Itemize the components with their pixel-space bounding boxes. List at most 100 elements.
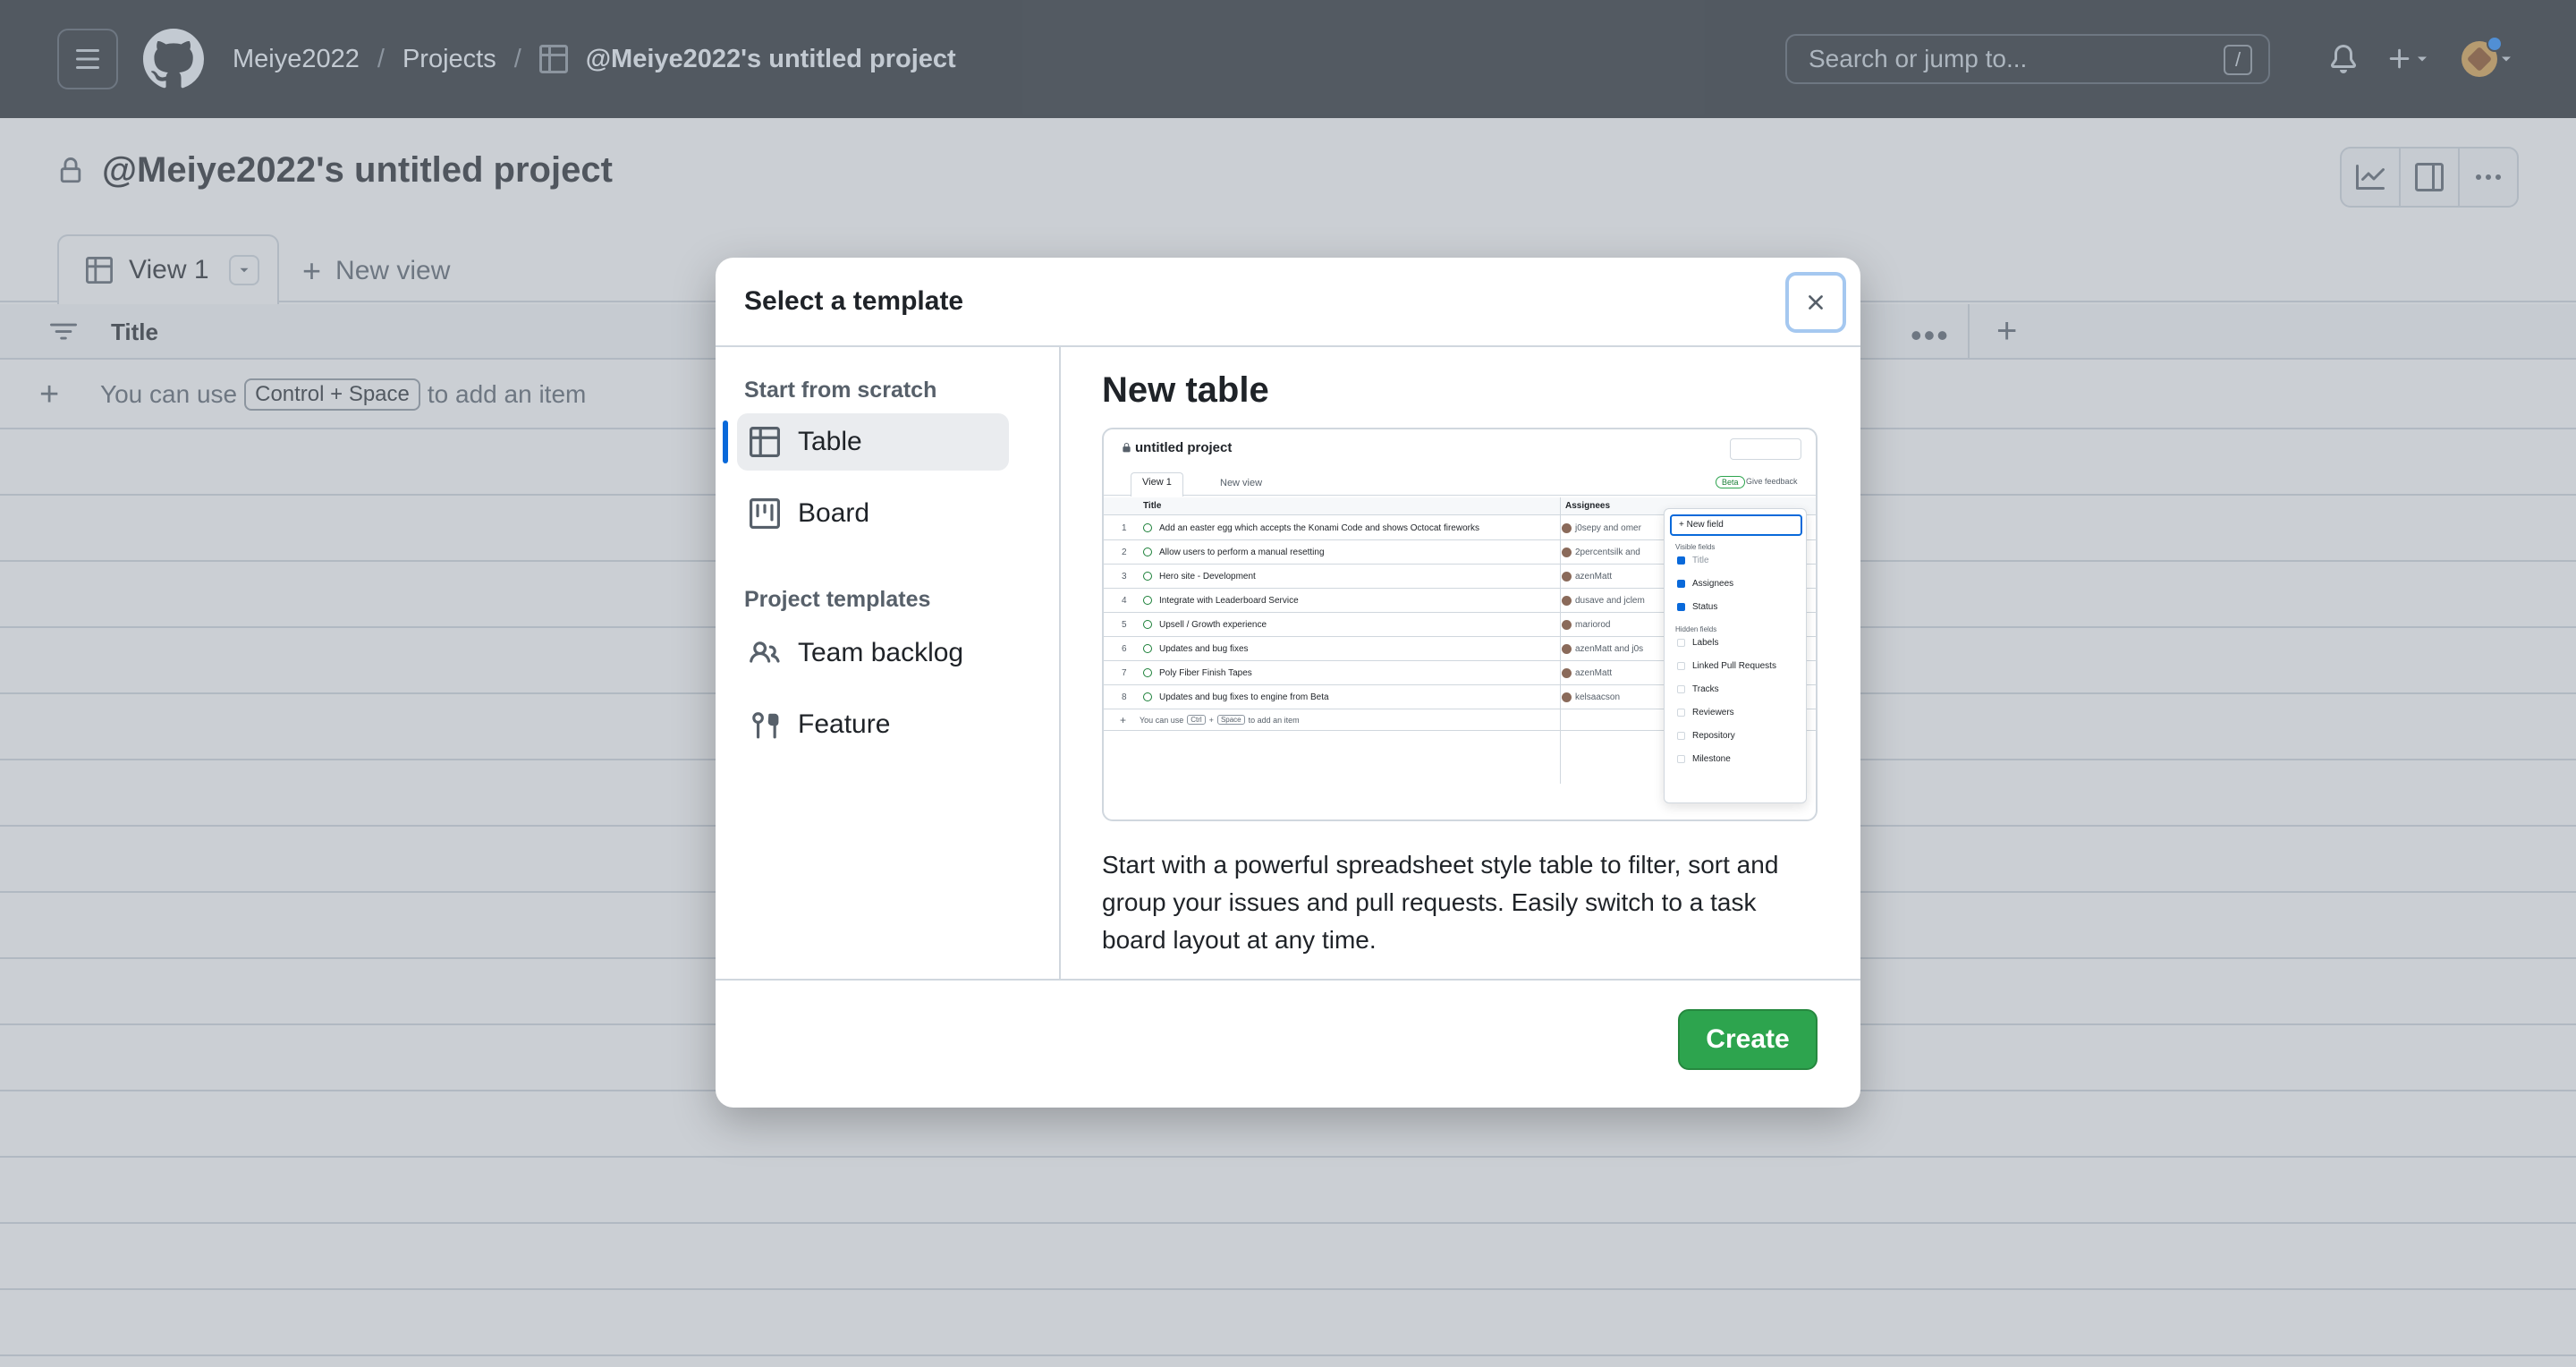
checkbox-icon [1677,755,1685,763]
avatar [1562,643,1572,654]
preview-actions [1730,438,1801,460]
row-number: 5 [1122,619,1127,630]
menu-item: Labels [1677,638,1718,648]
people-icon [750,638,780,668]
template-preview-image: untitled project View 1 New view Beta Gi… [1102,428,1818,821]
template-detail: New table untitled project View 1 New vi… [1063,347,1860,979]
issue-open-icon [1143,692,1152,701]
row-number: 3 [1122,571,1127,582]
preview-add-hint: You can use Ctrl + Space to add an item [1140,715,1300,725]
lock-icon [1123,443,1131,453]
scratch-heading: Start from scratch [744,378,937,403]
option-table[interactable]: Table [737,413,1009,471]
shortcut-key: Space [1216,715,1245,725]
row-assignee: j0sepy and omer [1562,522,1641,533]
assignee-name: kelsaacson [1575,692,1621,702]
preview-tab: View 1 [1131,472,1183,497]
close-button[interactable] [1785,272,1846,333]
menu-item: Linked Pull Requests [1677,661,1776,671]
assignee-name: 2percentsilk and [1575,547,1640,557]
row-number: 6 [1122,643,1127,654]
row-title: Poly Fiber Finish Tapes [1159,667,1252,678]
row-number: 4 [1122,595,1127,606]
preview-feedback: Give feedback [1746,477,1798,486]
avatar [1562,522,1572,533]
row-assignee: azenMatt [1562,571,1613,582]
preview-new-view: New view [1220,478,1263,488]
row-number: 1 [1122,522,1127,533]
preview-title: untitled project [1122,440,1232,455]
option-label: Feature [798,709,891,739]
row-number: 7 [1122,667,1127,678]
plus-icon: + [1120,713,1127,726]
menu-item: Milestone [1677,754,1731,764]
hidden-fields-heading: Hidden fields [1675,625,1717,633]
menu-item: Reviewers [1677,708,1734,717]
menu-item: Title [1677,556,1709,565]
dialog-header: Select a template [716,258,1860,347]
shortcut-key: Ctrl [1187,715,1206,725]
row-number: 8 [1122,692,1127,702]
checkbox-icon [1677,685,1685,693]
visible-fields-heading: Visible fields [1675,543,1716,551]
row-title: Updates and bug fixes to engine from Bet… [1159,692,1329,702]
dialog-title: Select a template [744,286,964,316]
option-team-backlog[interactable]: Team backlog [737,624,1009,682]
preview-title-text: untitled project [1135,440,1233,455]
dialog-footer: Create [716,979,1860,1108]
option-label: Team backlog [798,638,964,667]
avatar [1562,692,1572,702]
row-title: Hero site - Development [1159,571,1256,582]
row-title: Allow users to perform a manual resettin… [1159,547,1325,557]
issue-open-icon [1143,572,1152,581]
option-feature[interactable]: Feature [737,696,1009,753]
row-title: Integrate with Leaderboard Service [1159,595,1299,606]
option-label: Board [798,498,870,528]
avatar [1562,595,1572,606]
preview-tabs: View 1 New view Beta Give feedback [1104,472,1816,497]
issue-open-icon [1143,596,1152,605]
assignee-name: dusave and jclem [1575,595,1645,606]
avatar [1562,619,1572,630]
preview-col-title: Title [1143,501,1162,511]
template-title: New table [1102,370,1269,410]
issue-open-icon [1143,644,1152,653]
template-sidebar: Start from scratch Table Board Project t… [716,347,1061,979]
checkbox-icon [1677,556,1685,565]
row-number: 2 [1122,547,1127,557]
assignee-name: mariorod [1575,619,1611,630]
checkbox-icon [1677,639,1685,647]
selection-indicator [723,420,728,463]
issue-open-icon [1143,668,1152,677]
preview-add-suffix: to add an item [1248,715,1300,725]
row-title: Updates and bug fixes [1159,643,1249,654]
row-assignee: 2percentsilk and [1562,547,1640,557]
row-title: Add an easter egg which accepts the Kona… [1159,522,1479,533]
board-icon [750,498,780,529]
assignee-name: azenMatt [1575,571,1613,582]
menu-item: Assignees [1677,579,1733,589]
create-button[interactable]: Create [1678,1009,1818,1070]
templates-heading: Project templates [744,587,931,612]
close-icon [1809,295,1823,310]
select-template-dialog: Select a template Start from scratch Tab… [716,258,1860,1108]
row-assignee: azenMatt [1562,667,1613,678]
avatar [1562,547,1572,557]
preview-col-assignees: Assignees [1565,501,1611,511]
preview-field-menu: + New field Visible fields Title Assigne… [1664,508,1807,803]
table-icon [750,427,780,457]
checkbox-icon [1677,603,1685,611]
option-board[interactable]: Board [737,485,1009,542]
avatar [1562,571,1572,582]
feature-icon [750,709,780,740]
issue-open-icon [1143,523,1152,532]
row-assignee: mariorod [1562,619,1611,630]
assignee-name: j0sepy and omer [1575,522,1641,533]
row-assignee: azenMatt and j0s [1562,643,1643,654]
assignee-name: azenMatt [1575,667,1613,678]
template-description: Start with a powerful spreadsheet style … [1102,851,1779,954]
option-label: Table [798,427,862,456]
checkbox-icon [1677,709,1685,717]
menu-item: Status [1677,602,1717,612]
row-assignee: kelsaacson [1562,692,1620,702]
